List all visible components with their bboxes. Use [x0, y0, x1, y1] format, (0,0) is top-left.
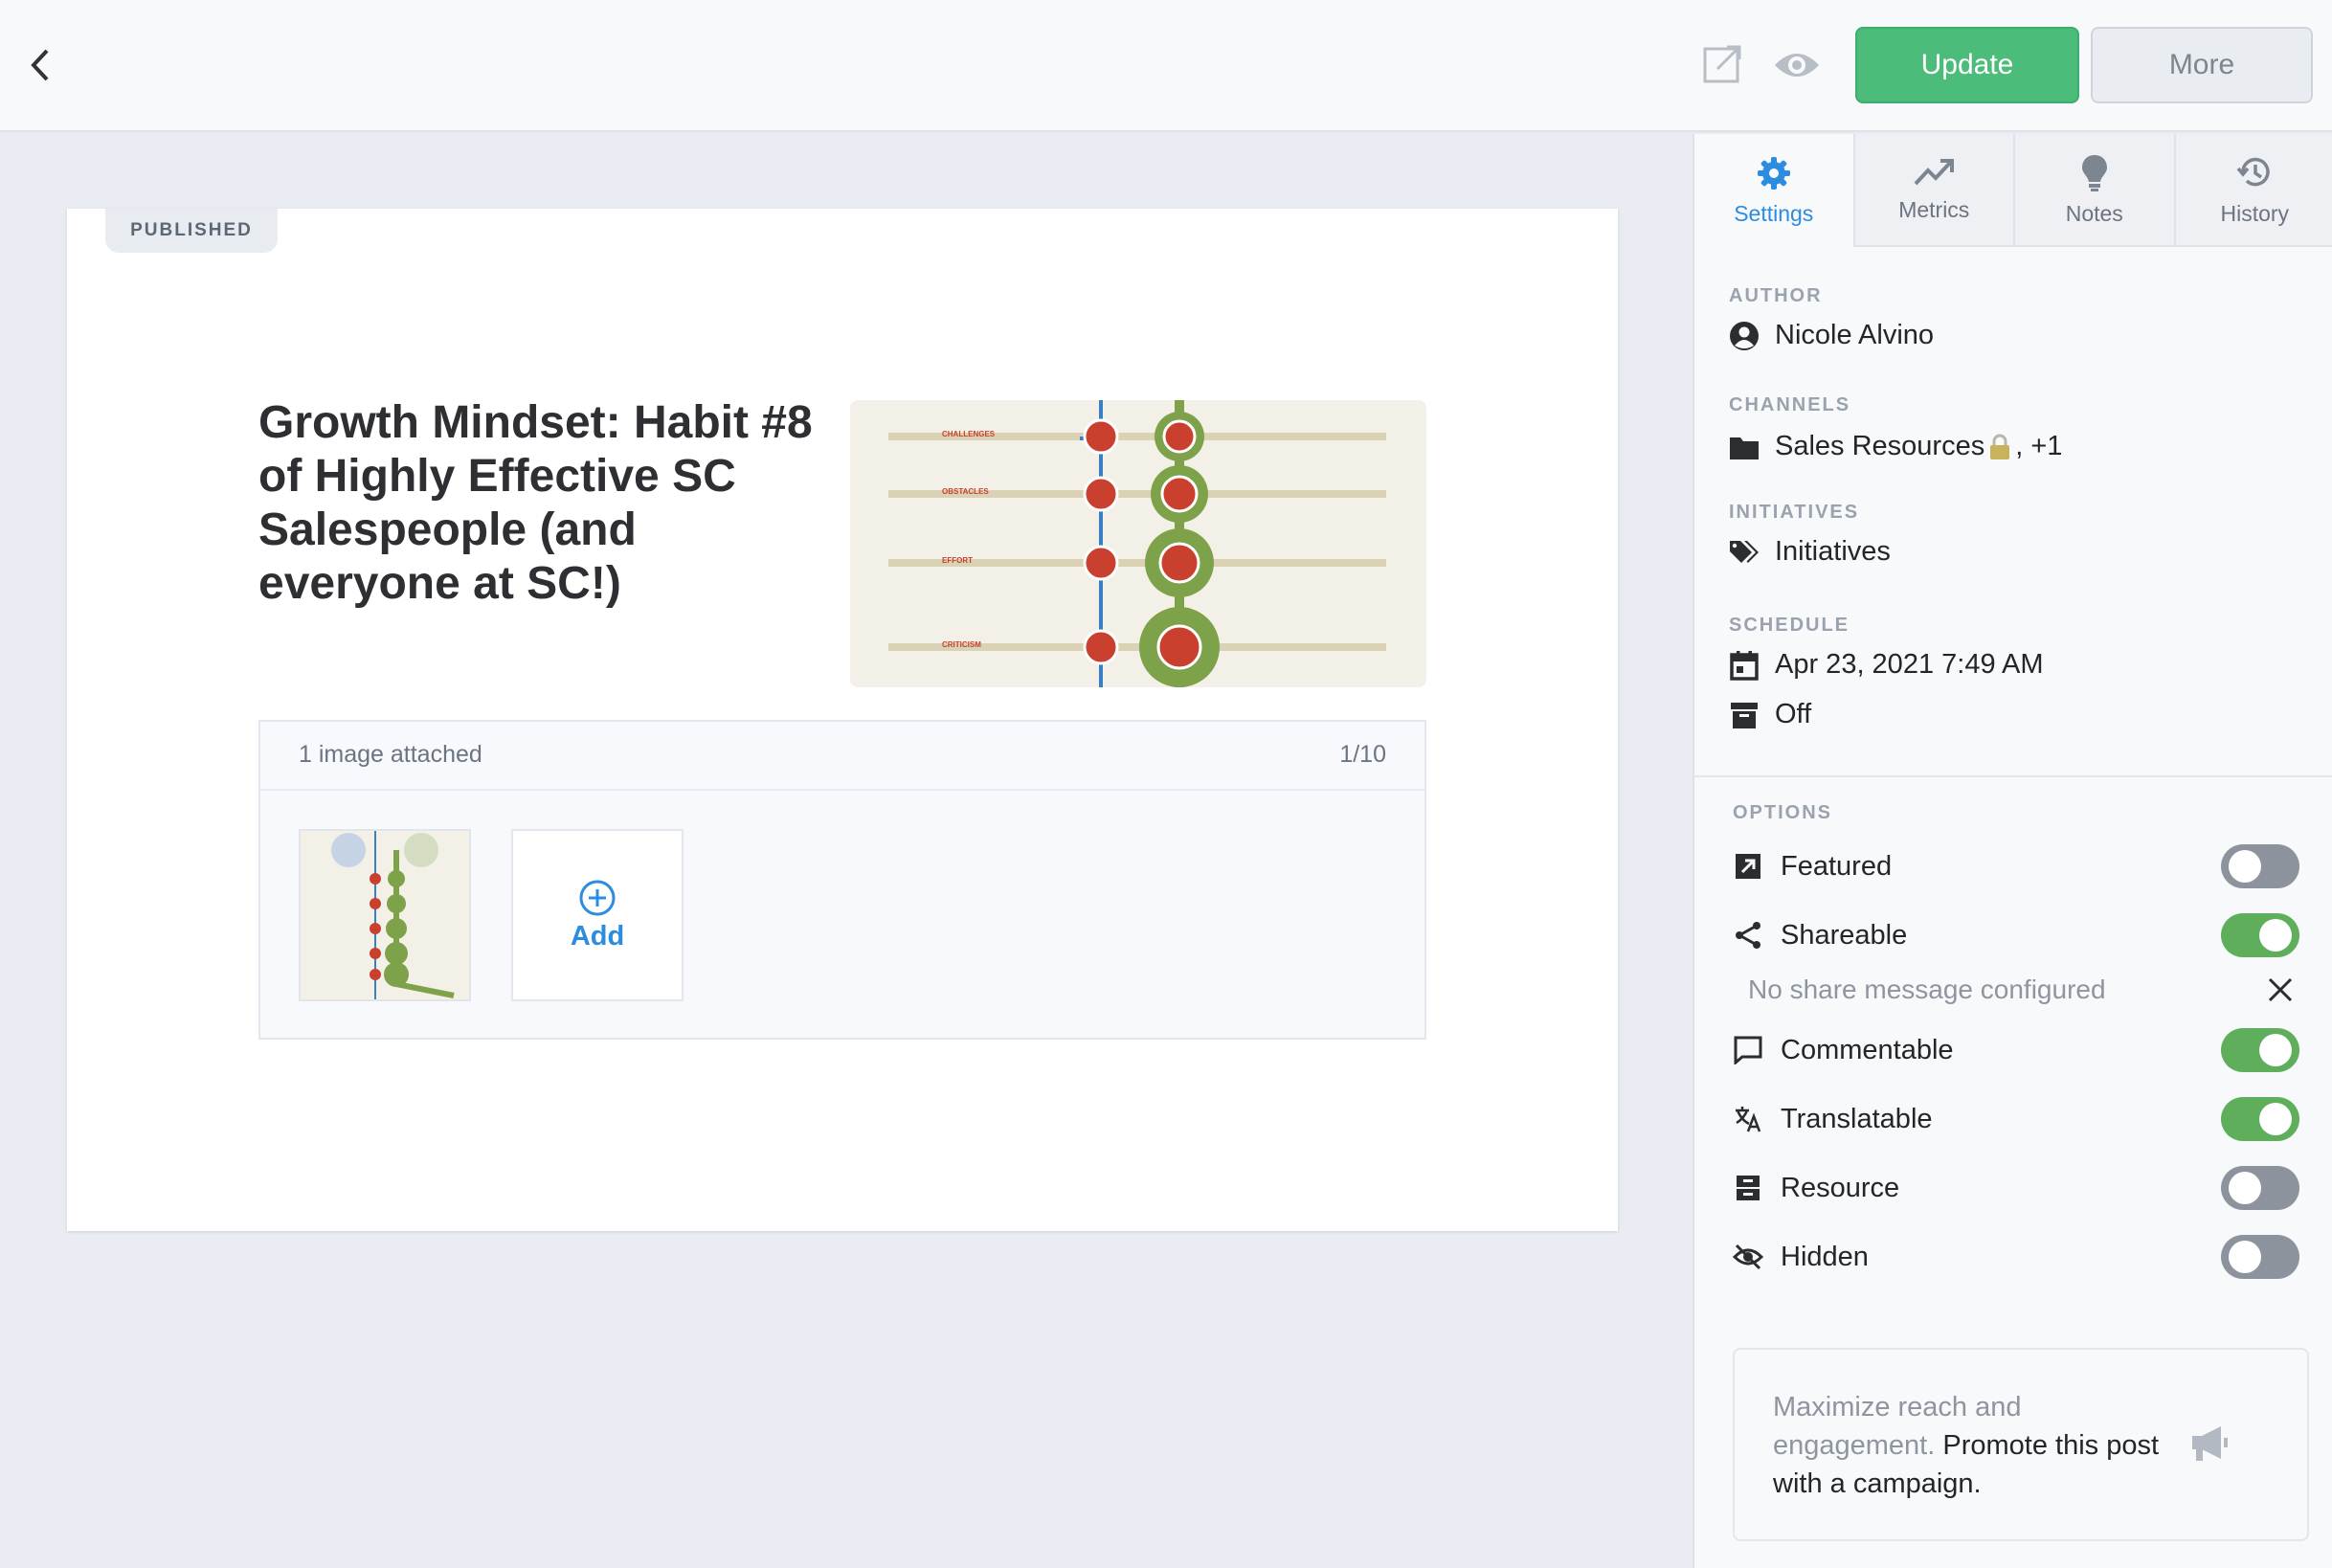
tab-history-label: History [2220, 200, 2290, 226]
attachments-limit: 1/10 [1339, 741, 1386, 768]
hidden-toggle[interactable] [2221, 1235, 2299, 1279]
lightbulb-icon [2081, 154, 2107, 191]
archive-icon [1731, 702, 1758, 728]
cover-label-criticism: CRITICISM [942, 640, 981, 649]
option-translatable-label: Translatable [1781, 1103, 1933, 1134]
channel-extra-count: , +1 [2015, 431, 2063, 461]
preview-eye-icon[interactable] [1773, 48, 1821, 82]
option-translatable: Translatable [1733, 1095, 2299, 1143]
growth-mindset-infographic: CHALLENGES OBSTACLES EFFORT CRITICISM [850, 400, 1426, 687]
author-section-label: AUTHOR [1729, 285, 1823, 306]
back-button[interactable] [21, 42, 59, 88]
share-icon [1736, 922, 1760, 949]
option-shareable: Shareable [1733, 911, 2299, 959]
author-field[interactable]: Nicole Alvino [1729, 320, 1934, 351]
option-resource-label: Resource [1781, 1172, 1900, 1203]
option-commentable-label: Commentable [1781, 1034, 1954, 1065]
resource-toggle[interactable] [2221, 1166, 2299, 1210]
tab-history[interactable]: History [2173, 134, 2332, 247]
cover-label-obstacles: OBSTACLES [942, 487, 989, 496]
update-button[interactable]: Update [1855, 27, 2079, 103]
options-section-label: OPTIONS [1733, 802, 1833, 823]
hidden-icon [1733, 1243, 1763, 1270]
author-name: Nicole Alvino [1775, 320, 1935, 350]
attachment-thumbnail[interactable] [299, 829, 471, 1001]
user-circle-icon [1730, 321, 1759, 350]
initiatives-value: Initiatives [1775, 536, 1891, 567]
shareable-toggle[interactable] [2221, 913, 2299, 957]
option-featured-label: Featured [1781, 850, 1893, 882]
option-shareable-label: Shareable [1781, 919, 1908, 951]
attachments-header: 1 image attached 1/10 [260, 722, 1424, 791]
channels-field[interactable]: Sales Resources , +1 [1729, 431, 2062, 462]
share-message-status[interactable]: No share message configured [1748, 974, 2106, 1005]
chevron-left-icon [31, 49, 49, 81]
sidebar-divider [1694, 775, 2332, 777]
cover-label-effort: EFFORT [942, 556, 973, 565]
archive-date-field[interactable]: Off [1729, 699, 1811, 730]
publish-date: Apr 23, 2021 7:49 AM [1775, 649, 2044, 680]
tags-icon [1730, 540, 1759, 563]
tab-metrics-label: Metrics [1898, 196, 1970, 222]
commentable-toggle[interactable] [2221, 1028, 2299, 1072]
attachments-panel: 1 image attached 1/10 Add [258, 720, 1426, 1040]
promo-text: Maximize reach and engagement. Promote t… [1773, 1388, 2175, 1503]
post-title[interactable]: Growth Mindset: Habit #8 of Highly Effec… [258, 396, 833, 611]
option-commentable: Commentable [1733, 1026, 2299, 1074]
sidebar-tabs: Settings Metrics Notes History [1694, 134, 2332, 247]
external-link-icon[interactable] [1702, 44, 1742, 84]
translatable-toggle[interactable] [2221, 1097, 2299, 1141]
option-hidden: Hidden [1733, 1233, 2299, 1281]
channels-section-label: CHANNELS [1729, 394, 1851, 415]
status-badge: PUBLISHED [105, 209, 278, 253]
lock-icon [1990, 434, 2010, 459]
gear-icon [1757, 156, 1790, 190]
featured-icon [1736, 854, 1760, 879]
translate-icon [1736, 1107, 1761, 1132]
top-bar: Update More [0, 0, 2332, 132]
schedule-section-label: SCHEDULE [1729, 615, 1850, 636]
calendar-icon [1730, 650, 1759, 681]
tab-notes[interactable]: Notes [2013, 134, 2174, 247]
attachments-count: 1 image attached [299, 741, 482, 768]
campaign-promo-card[interactable]: Maximize reach and engagement. Promote t… [1733, 1348, 2309, 1541]
folder-icon [1730, 437, 1759, 459]
tab-settings[interactable]: Settings [1694, 134, 1853, 247]
tab-settings-label: Settings [1734, 200, 1814, 226]
history-icon [2236, 157, 2270, 186]
option-featured: Featured [1733, 842, 2299, 890]
cover-label-challenges: CHALLENGES [942, 430, 996, 438]
resource-icon [1737, 1176, 1760, 1200]
cover-image[interactable]: CHALLENGES OBSTACLES EFFORT CRITICISM [850, 400, 1426, 687]
tab-metrics[interactable]: Metrics [1852, 134, 2013, 247]
channel-name: Sales Resources [1775, 431, 1985, 461]
trend-icon [1914, 158, 1955, 185]
publish-date-field[interactable]: Apr 23, 2021 7:49 AM [1729, 649, 2044, 681]
featured-toggle[interactable] [2221, 844, 2299, 888]
plus-circle-icon [579, 880, 616, 915]
add-attachment-button[interactable]: Add [511, 829, 684, 1001]
more-button[interactable]: More [2091, 27, 2313, 103]
option-hidden-label: Hidden [1781, 1241, 1869, 1272]
initiatives-field[interactable]: Initiatives [1729, 536, 1891, 568]
tab-notes-label: Notes [2065, 200, 2123, 226]
add-attachment-label: Add [570, 920, 625, 952]
option-resource: Resource [1733, 1164, 2299, 1212]
megaphone-icon [2192, 1426, 2228, 1461]
archive-value: Off [1775, 699, 1812, 729]
settings-sidebar: Settings Metrics Notes History AUTHOR Ni… [1693, 134, 2332, 1568]
close-icon[interactable] [2265, 974, 2296, 1005]
comment-icon [1734, 1036, 1762, 1064]
post-card: PUBLISHED Growth Mindset: Habit #8 of Hi… [67, 209, 1618, 1231]
initiatives-section-label: INITIATIVES [1729, 502, 1860, 523]
